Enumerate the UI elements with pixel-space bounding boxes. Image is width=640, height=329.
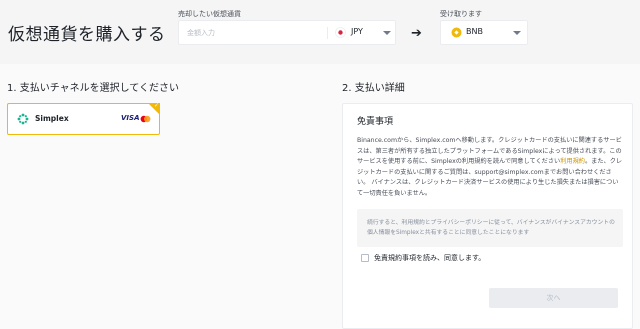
- fiat-currency-value: JPY: [351, 27, 363, 36]
- next-button[interactable]: 次へ: [489, 288, 618, 308]
- agree-checkbox[interactable]: [361, 254, 369, 262]
- page-title: 仮想通貨を購入する: [8, 25, 166, 45]
- amount-input[interactable]: [187, 21, 322, 44]
- mastercard-logo-icon: [140, 115, 151, 123]
- check-icon: ✓: [153, 102, 159, 109]
- disclaimer-text: Binance.comから、Simplex.comへ移動します。クレジットカード…: [357, 136, 623, 199]
- jpy-flag-icon: [335, 27, 346, 38]
- channel-card-simplex[interactable]: Simplex VISA ✓: [7, 102, 160, 135]
- consent-note-text: 続行すると、利用規約とプライバシーポリシーに従って、バイナンスがバイナンスアカウ…: [367, 220, 615, 236]
- channel-name: Simplex: [35, 114, 69, 123]
- divider: [327, 27, 328, 39]
- consent-note-box: 続行すると、利用規約とプライバシーポリシーに従って、バイナンスがバイナンスアカウ…: [357, 209, 623, 247]
- receive-label: 受け取ります: [440, 10, 482, 18]
- bnb-coin-icon: [451, 27, 462, 38]
- payment-details-heading: 2. 支払い詳細: [342, 83, 405, 94]
- agree-checkbox-label[interactable]: 免責規約事項を読み、同意します。: [374, 253, 485, 263]
- payment-details-panel: 免責事項 Binance.comから、Simplex.comへ移動します。クレジ…: [342, 103, 633, 329]
- fiat-currency-select[interactable]: JPY: [331, 21, 395, 44]
- disclaimer-title: 免責事項: [357, 117, 394, 127]
- terms-link[interactable]: 利用規約: [560, 158, 585, 165]
- visa-logo-icon: VISA: [121, 114, 140, 122]
- amount-field-group: JPY: [178, 20, 396, 45]
- sell-currency-label: 売却したい仮想通貨: [178, 10, 241, 18]
- crypto-currency-value: BNB: [466, 27, 483, 36]
- arrow-right-icon: ➔: [411, 26, 422, 41]
- crypto-currency-select[interactable]: BNB: [440, 20, 528, 45]
- chevron-down-icon: [383, 31, 391, 35]
- simplex-logo-icon: [17, 113, 29, 125]
- payment-channel-heading: 1. 支払いチャネルを選択してください: [7, 83, 180, 94]
- chevron-down-icon: [513, 31, 521, 35]
